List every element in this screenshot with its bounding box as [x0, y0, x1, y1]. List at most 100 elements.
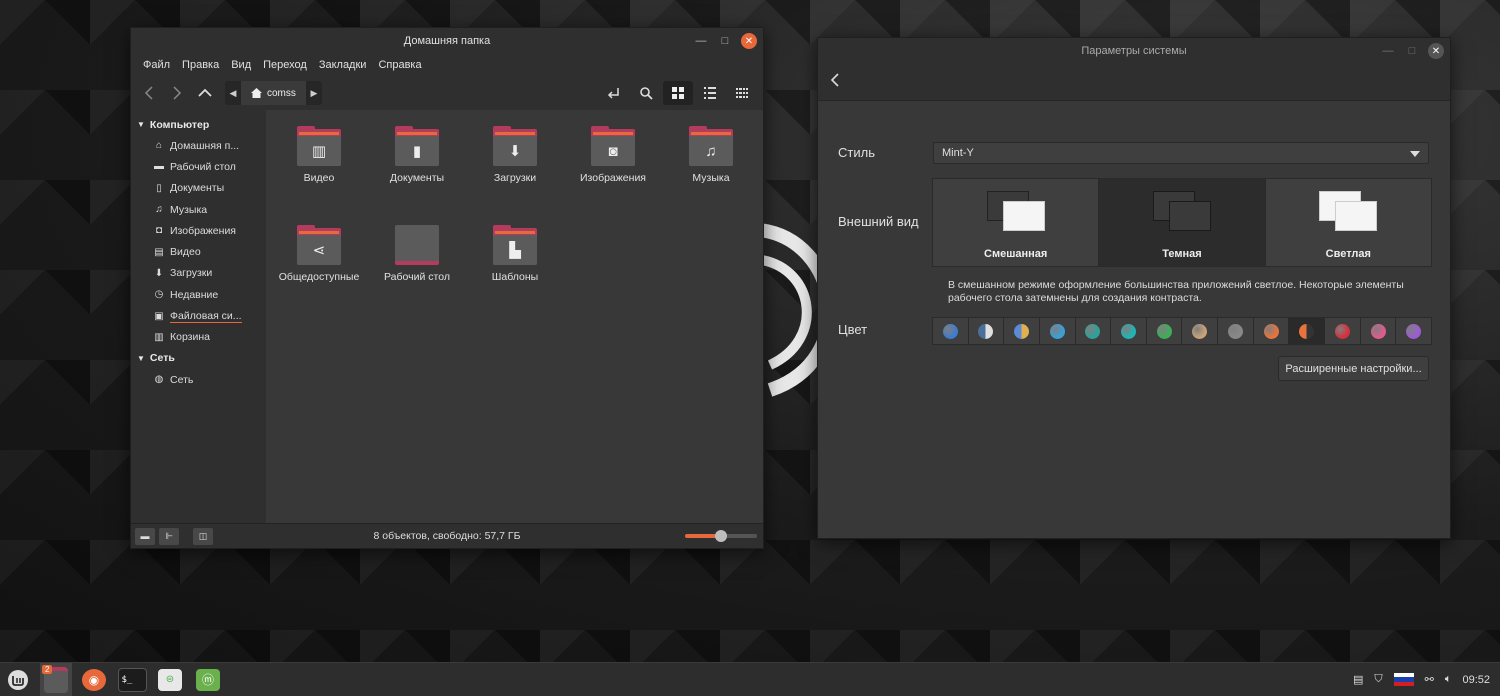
document-icon: ▮	[395, 136, 439, 166]
sidebar-item-filesystem[interactable]: ▣ Файловая си...	[131, 305, 266, 326]
window-title: Домашняя папка	[403, 35, 491, 47]
sidebar-item-label: Музыка	[170, 203, 208, 216]
settings-titlebar[interactable]: Параметры системы — □ ✕	[818, 38, 1450, 64]
taskbar-app-file-manager[interactable]: 2	[40, 663, 72, 696]
menu-edit[interactable]: Правка	[176, 59, 225, 71]
color-swatch[interactable]	[968, 318, 1005, 344]
film-icon: ▥	[297, 136, 341, 166]
sidebar-section-computer[interactable]: ▼ Компьютер	[131, 114, 266, 135]
menu-bookmarks[interactable]: Закладки	[313, 59, 373, 71]
menu-file[interactable]: Файл	[137, 59, 176, 71]
sidebar-item-desktop[interactable]: ▬ Рабочий стол	[131, 156, 266, 177]
forward-button[interactable]	[163, 81, 191, 105]
toggle-location-button[interactable]	[599, 81, 629, 105]
volume-icon[interactable]: 🔈︎	[1445, 673, 1452, 686]
trash-icon: ▥	[154, 331, 164, 343]
taskbar-app-settings[interactable]: ⊜	[154, 663, 186, 696]
sidebar-item-music[interactable]: ♫ Музыка	[131, 199, 266, 220]
location-entry-icon	[607, 88, 619, 99]
path-crumb-home[interactable]: comss	[241, 81, 306, 105]
appearance-option-mixed[interactable]: Смешанная	[933, 179, 1100, 266]
path-scroll-right-button[interactable]: ▶	[306, 88, 322, 99]
caret-down-icon	[1410, 151, 1420, 157]
file-item-public[interactable]: ⋖ Общедоступные	[270, 225, 368, 283]
file-item-templates[interactable]: ▙ Шаблоны	[466, 225, 564, 283]
color-swatch[interactable]	[1111, 318, 1147, 344]
file-item-pictures[interactable]: ◙ Изображения	[564, 126, 662, 184]
color-swatch[interactable]	[933, 318, 969, 344]
clock[interactable]: 09:52	[1462, 674, 1490, 686]
taskbar-app-terminal[interactable]: $_	[116, 663, 148, 696]
menu-help[interactable]: Справка	[372, 59, 427, 71]
chevron-up-icon	[198, 88, 212, 97]
search-button[interactable]	[631, 81, 661, 105]
color-swatch[interactable]	[1075, 318, 1112, 344]
color-dot-icon	[1299, 323, 1315, 339]
sidebar-item-label: Корзина	[170, 331, 210, 344]
zoom-slider-handle[interactable]	[715, 530, 727, 542]
taskbar-app-firefox[interactable]: ◉	[78, 663, 110, 696]
compact-view-button[interactable]	[727, 81, 757, 105]
appearance-option-light[interactable]: Светлая	[1265, 179, 1431, 266]
sidebar-item-trash[interactable]: ▥ Корзина	[131, 327, 266, 348]
file-item-music[interactable]: ♫ Музыка	[662, 126, 760, 184]
icon-view-button[interactable]	[663, 81, 693, 105]
compact-list-icon	[736, 88, 748, 98]
file-item-videos[interactable]: ▥ Видео	[270, 126, 368, 184]
advanced-settings-button[interactable]: Расширенные настройки...	[1278, 356, 1429, 381]
path-scroll-left-button[interactable]: ◀	[225, 88, 241, 99]
color-swatch[interactable]	[1289, 318, 1326, 344]
appearance-option-dark[interactable]: Темная	[1099, 179, 1266, 266]
color-swatch[interactable]	[1396, 318, 1431, 344]
sidebar-item-network[interactable]: ◍ Сеть	[131, 369, 266, 390]
status-bar: ▬ ⊩ ◫ 8 объектов, свободно: 57,7 ГБ	[131, 523, 763, 548]
back-button[interactable]	[135, 81, 163, 105]
color-dot-icon	[942, 323, 958, 339]
color-swatch[interactable]	[1182, 318, 1219, 344]
color-dot-icon	[1085, 323, 1101, 339]
color-swatch[interactable]	[1146, 318, 1183, 344]
desktop-icon: ▬	[154, 161, 164, 173]
color-swatch[interactable]	[1218, 318, 1254, 344]
file-item-downloads[interactable]: ⬇ Загрузки	[466, 126, 564, 184]
menu-go[interactable]: Переход	[257, 59, 313, 71]
back-button[interactable]	[830, 72, 840, 92]
network-icon[interactable]: ⚯	[1425, 673, 1434, 686]
keyboard-layout-flag-icon[interactable]	[1393, 673, 1414, 686]
menu-button[interactable]	[2, 663, 34, 696]
file-item-documents[interactable]: ▮ Документы	[368, 126, 466, 184]
list-view-button[interactable]	[695, 81, 725, 105]
zoom-slider[interactable]	[685, 530, 757, 542]
minimize-button[interactable]: —	[1380, 43, 1396, 59]
minimize-button[interactable]: —	[693, 33, 709, 49]
sidebar-item-downloads[interactable]: ⬇ Загрузки	[131, 263, 266, 284]
sidebar-item-pictures[interactable]: ◘ Изображения	[131, 220, 266, 241]
taskbar-app-mintinstall[interactable]: ⓜ	[192, 663, 224, 696]
shield-icon[interactable]: ⛉	[1374, 673, 1382, 686]
menu-view[interactable]: Вид	[225, 59, 257, 71]
color-swatch[interactable]	[1039, 318, 1076, 344]
close-button[interactable]: ✕	[741, 33, 757, 49]
color-swatch[interactable]	[1325, 318, 1361, 344]
sidebar-item-recent[interactable]: ◷ Недавние	[131, 284, 266, 305]
file-item-desktop[interactable]: Рабочий стол	[368, 225, 466, 283]
sidebar-item-videos[interactable]: ▤ Видео	[131, 241, 266, 262]
style-label: Стиль	[838, 145, 875, 160]
clipboard-icon[interactable]: ▤	[1353, 673, 1363, 686]
maximize-button[interactable]: □	[1404, 43, 1420, 59]
file-manager-titlebar[interactable]: Домашняя папка — □ ✕	[131, 28, 763, 54]
up-button[interactable]	[191, 81, 219, 105]
maximize-button[interactable]: □	[717, 33, 733, 49]
window-count-badge: 2	[42, 665, 53, 674]
style-combobox[interactable]: Mint-Y	[933, 142, 1429, 164]
sidebar-item-home[interactable]: ⌂ Домашняя п...	[131, 135, 266, 156]
color-swatch[interactable]	[1360, 318, 1397, 344]
file-view[interactable]: ▥ Видео ▮ Документы ⬇ Загрузки ◙ Изображ…	[266, 110, 763, 524]
menu-bar: Файл Правка Вид Переход Закладки Справка	[131, 54, 763, 76]
color-swatch[interactable]	[1253, 318, 1290, 344]
color-swatch[interactable]	[1004, 318, 1040, 344]
sidebar-section-network[interactable]: ▼ Сеть	[131, 348, 266, 369]
color-dot-icon	[1406, 323, 1422, 339]
sidebar-item-documents[interactable]: ▯ Документы	[131, 178, 266, 199]
close-button[interactable]: ✕	[1428, 43, 1444, 59]
